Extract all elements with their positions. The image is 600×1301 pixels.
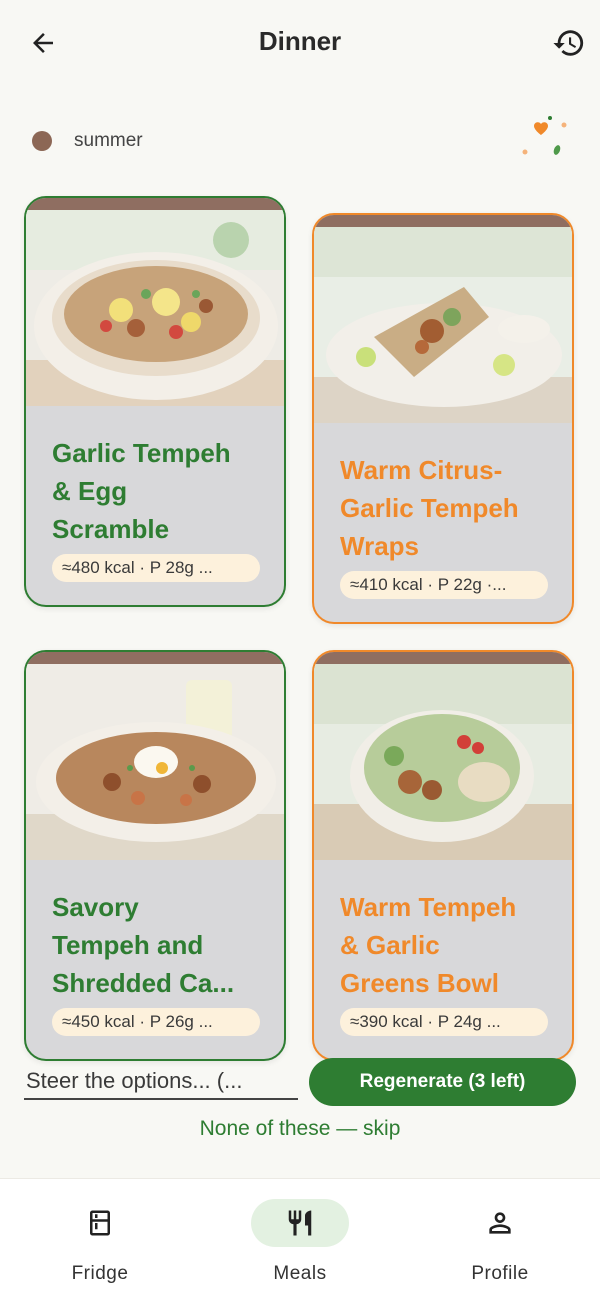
meal-name: Garlic Tempeh & Egg Scramble xyxy=(52,434,266,548)
steer-input[interactable] xyxy=(24,1064,298,1100)
nav-icon-container xyxy=(451,1199,549,1247)
meal-name-line: Garlic Tempeh xyxy=(340,493,519,523)
meal-name-line: Savory xyxy=(52,892,139,922)
nav-icon-container xyxy=(251,1199,349,1247)
nutrition-badge: ≈390 kcal · P 24g ... xyxy=(340,1008,548,1036)
app-header: Dinner xyxy=(0,0,600,88)
person-icon xyxy=(489,1212,511,1234)
meal-name: Warm Citrus- Garlic Tempeh Wraps xyxy=(340,451,554,565)
nav-item-fridge[interactable]: Fridge xyxy=(30,1199,170,1289)
nav-icon-container xyxy=(51,1199,149,1247)
meal-name-line: Warm Tempeh xyxy=(340,892,517,922)
meal-name-line: Greens Bowl xyxy=(340,968,499,998)
meal-name-line: Tempeh and xyxy=(52,930,204,960)
meal-card[interactable]: Savory Tempeh and Shredded Ca... ≈450 kc… xyxy=(24,650,286,1061)
regenerate-button[interactable]: Regenerate (3 left) xyxy=(309,1058,576,1106)
nutrition-badge: ≈410 kcal · P 22g ·... xyxy=(340,571,548,599)
heart-confetti-icon xyxy=(522,116,567,155)
card-tab xyxy=(314,215,572,227)
meal-photo xyxy=(314,664,572,860)
fridge-icon xyxy=(90,1210,110,1236)
meal-name-line: & Garlic xyxy=(340,930,440,960)
card-tab xyxy=(26,198,284,210)
meal-name-line: Wraps xyxy=(340,531,419,561)
history-icon xyxy=(553,30,584,56)
meal-name-line: Shredded Ca... xyxy=(52,968,235,998)
nutrition-badge: ≈450 kcal · P 26g ... xyxy=(52,1008,260,1036)
meal-name-line: & Egg xyxy=(52,476,128,506)
meal-card[interactable]: Garlic Tempeh & Egg Scramble ≈480 kcal ·… xyxy=(24,196,286,607)
card-tab xyxy=(26,652,284,664)
meal-photo xyxy=(26,210,284,406)
nav-item-profile[interactable]: Profile xyxy=(430,1199,570,1289)
season-dot xyxy=(32,131,52,151)
meal-photo xyxy=(314,227,572,423)
meal-name: Savory Tempeh and Shredded Ca... xyxy=(52,888,266,1002)
season-indicator: summer xyxy=(32,128,143,154)
season-label: summer xyxy=(74,130,143,151)
nav-label: Profile xyxy=(471,1263,529,1284)
nav-item-meals[interactable]: Meals xyxy=(230,1199,370,1289)
meal-name-line: Scramble xyxy=(52,514,170,544)
meal-photo xyxy=(26,664,284,860)
meal-name: Warm Tempeh & Garlic Greens Bowl xyxy=(340,888,554,1002)
nutrition-badge: ≈480 kcal · P 28g ... xyxy=(52,554,260,582)
history-button[interactable] xyxy=(550,24,588,62)
utensils-icon xyxy=(288,1210,312,1236)
nav-label: Fridge xyxy=(71,1263,129,1284)
meal-name-line: Warm Citrus- xyxy=(340,455,503,485)
meal-name-line: Garlic Tempeh xyxy=(52,438,231,468)
nav-label: Meals xyxy=(273,1263,327,1284)
meal-card[interactable]: Warm Citrus- Garlic Tempeh Wraps ≈410 kc… xyxy=(312,213,574,624)
bottom-nav: Fridge Meals Profile xyxy=(0,1178,600,1301)
skip-link[interactable]: None of these — skip xyxy=(0,1117,600,1141)
page-title: Dinner xyxy=(258,26,342,56)
card-tab xyxy=(314,652,572,664)
meal-card[interactable]: Warm Tempeh & Garlic Greens Bowl ≈390 kc… xyxy=(312,650,574,1061)
